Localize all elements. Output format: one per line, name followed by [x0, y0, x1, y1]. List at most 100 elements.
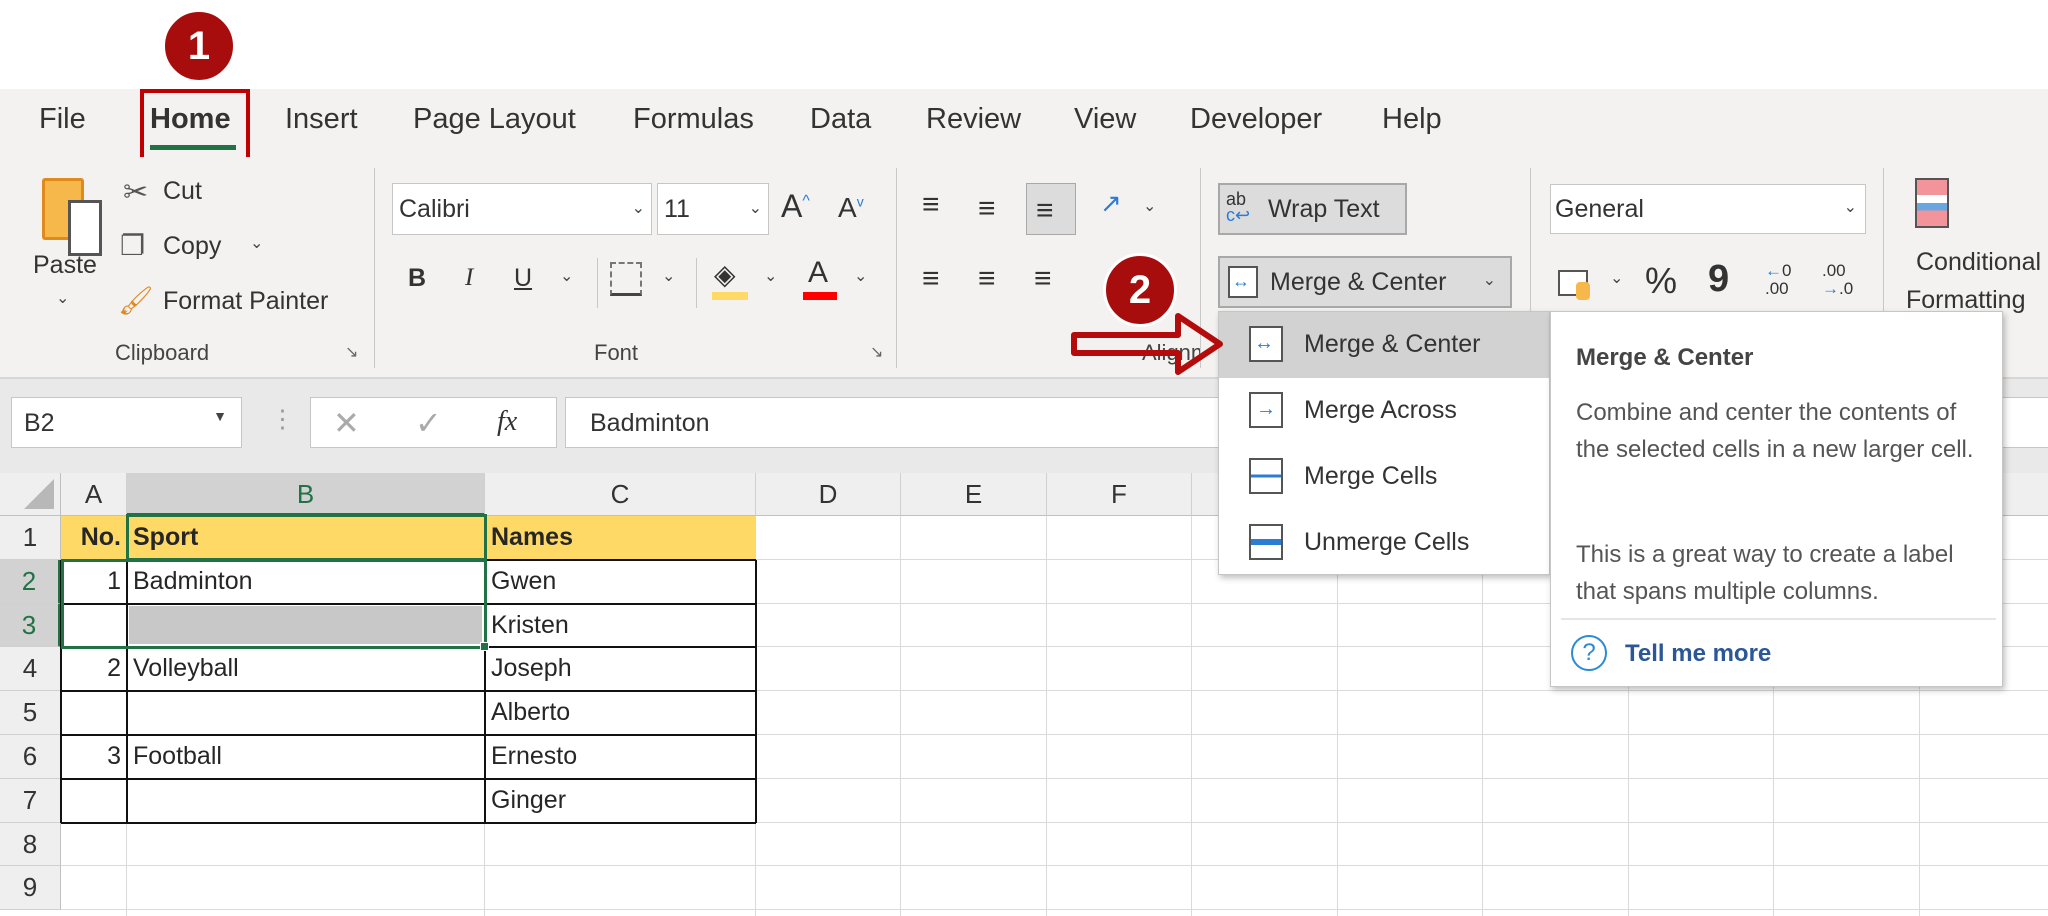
table-cell[interactable]	[61, 691, 127, 735]
tab-view[interactable]: View	[1074, 103, 1136, 136]
table-cell[interactable]: Ginger	[485, 779, 756, 823]
table-cell[interactable]: 2	[61, 647, 127, 691]
bold-button[interactable]: B	[408, 264, 426, 293]
row-header[interactable]: 6	[0, 735, 61, 779]
copy-button[interactable]: Copy	[163, 232, 221, 261]
underline-chevron-icon[interactable]: ⌄	[560, 266, 573, 286]
bottom-align-button[interactable]: ≡	[1026, 183, 1076, 235]
paste-icon-sheet	[68, 200, 102, 256]
name-box[interactable]: B2 ▼	[11, 397, 242, 448]
header-cell[interactable]: Names	[485, 516, 756, 560]
row-header[interactable]: 4	[0, 647, 61, 692]
row-header[interactable]: 8	[0, 822, 61, 867]
row-header[interactable]: 3	[0, 603, 61, 648]
accounting-chevron-icon[interactable]: ⌄	[1610, 268, 1623, 288]
table-cell[interactable]	[127, 691, 485, 735]
separator	[597, 258, 598, 308]
conditional-formatting-line1[interactable]: Conditional	[1916, 248, 2041, 277]
column-header[interactable]: E	[901, 473, 1047, 516]
increase-font-size-icon[interactable]: A^	[781, 188, 810, 225]
tab-formulas[interactable]: Formulas	[633, 103, 754, 136]
fill-handle[interactable]	[480, 642, 489, 652]
name-box-dropdown-icon[interactable]: ▼	[213, 408, 227, 424]
font-launcher-icon[interactable]: ↘	[870, 342, 883, 362]
merge-center-button[interactable]: ↔ Merge & Center ⌄	[1218, 256, 1512, 308]
header-cell[interactable]: No.	[61, 516, 127, 560]
tell-me-more-link[interactable]: Tell me more	[1625, 640, 1771, 668]
clipboard-launcher-icon[interactable]: ↘	[345, 342, 358, 362]
column-header[interactable]: F	[1047, 473, 1192, 516]
fill-color-chevron-icon[interactable]: ⌄	[764, 266, 777, 286]
orientation-icon[interactable]: ↗	[1100, 188, 1122, 219]
align-right-icon[interactable]: ≡	[1034, 262, 1052, 296]
table-cell[interactable]: Gwen	[485, 560, 756, 604]
font-name-select[interactable]: Calibri ⌄	[392, 183, 652, 235]
top-align-icon[interactable]: ≡	[922, 188, 940, 222]
table-cell[interactable]: Volleyball	[127, 647, 485, 691]
row-header[interactable]: 7	[0, 778, 61, 823]
menu-item-merge-across[interactable]: → Merge Across	[1219, 378, 1549, 444]
menu-item-merge-cells[interactable]: Merge Cells	[1219, 444, 1549, 510]
fill-color-icon[interactable]: ◈	[714, 258, 736, 291]
tab-help[interactable]: Help	[1382, 103, 1442, 136]
row-header[interactable]: 5	[0, 691, 61, 735]
comma-style-button[interactable]: 9	[1708, 258, 1729, 301]
tab-file[interactable]: File	[39, 103, 86, 136]
percent-style-button[interactable]: %	[1645, 260, 1677, 302]
borders-chevron-icon[interactable]: ⌄	[662, 266, 675, 286]
row-header[interactable]: 2	[0, 559, 61, 604]
copy-chevron-icon[interactable]: ⌄	[250, 233, 263, 253]
table-cell[interactable]: Kristen	[485, 604, 756, 648]
table-cell[interactable]	[127, 779, 485, 823]
middle-align-icon[interactable]: ≡	[978, 192, 996, 226]
font-size-select[interactable]: 11 ⌄	[657, 183, 769, 235]
underline-button[interactable]: U	[514, 264, 532, 293]
table-cell[interactable]: Football	[127, 735, 485, 779]
cancel-icon[interactable]: ✕	[333, 404, 360, 442]
insert-function-button[interactable]: fx	[497, 406, 517, 438]
row-header[interactable]: 1	[0, 516, 61, 560]
merge-center-label: Merge & Center	[1270, 268, 1447, 296]
row-header[interactable]: 9	[0, 866, 61, 911]
italic-button[interactable]: I	[465, 264, 473, 292]
align-center-icon[interactable]: ≡	[978, 262, 996, 296]
table-cell[interactable]: Joseph	[485, 647, 756, 691]
menu-item-unmerge-cells[interactable]: Unmerge Cells	[1219, 510, 1549, 576]
help-icon[interactable]: ?	[1571, 635, 1607, 671]
column-header[interactable]: D	[756, 473, 901, 516]
decrease-decimal-icon[interactable]: .00 →.0	[1822, 262, 1853, 298]
borders-icon[interactable]	[610, 262, 642, 296]
font-color-chevron-icon[interactable]: ⌄	[854, 266, 867, 286]
tab-data[interactable]: Data	[810, 103, 871, 136]
table-cell[interactable]	[61, 779, 127, 823]
merge-chevron-icon[interactable]: ⌄	[1483, 270, 1496, 290]
wrap-text-button[interactable]: ab c↩ Wrap Text	[1218, 183, 1407, 235]
cut-button[interactable]: Cut	[163, 177, 202, 206]
accounting-format-icon[interactable]	[1558, 270, 1590, 300]
enter-icon[interactable]: ✓	[415, 404, 442, 442]
menu-item-merge-center[interactable]: ↔ Merge & Center	[1219, 312, 1549, 378]
align-left-icon[interactable]: ≡	[922, 262, 940, 296]
merge-center-icon: ↔	[1249, 326, 1283, 362]
orientation-chevron-icon[interactable]: ⌄	[1143, 196, 1156, 216]
increase-decimal-icon[interactable]: ←0.00	[1765, 262, 1791, 298]
table-cell[interactable]: Alberto	[485, 691, 756, 735]
table-cell[interactable]: 3	[61, 735, 127, 779]
format-painter-button[interactable]: Format Painter	[163, 287, 328, 316]
paste-chevron-icon[interactable]: ⌄	[56, 288, 69, 308]
column-header[interactable]: A	[61, 473, 127, 516]
column-header[interactable]: B	[127, 473, 485, 516]
font-color-icon[interactable]: A	[808, 256, 828, 290]
tab-insert[interactable]: Insert	[285, 103, 358, 136]
select-all-button[interactable]	[0, 473, 61, 516]
formula-bar-grip-icon[interactable]: ⋮	[270, 404, 295, 434]
table-cell[interactable]: Ernesto	[485, 735, 756, 779]
decrease-font-size-icon[interactable]: Av	[838, 192, 864, 224]
tab-developer[interactable]: Developer	[1190, 103, 1322, 136]
tab-review[interactable]: Review	[926, 103, 1021, 136]
column-header[interactable]: C	[485, 473, 756, 516]
number-format-select[interactable]: General ⌄	[1550, 184, 1866, 234]
paste-button[interactable]: Paste	[33, 251, 97, 280]
conditional-formatting-icon[interactable]	[1915, 178, 1949, 228]
tab-page-layout[interactable]: Page Layout	[413, 103, 576, 136]
